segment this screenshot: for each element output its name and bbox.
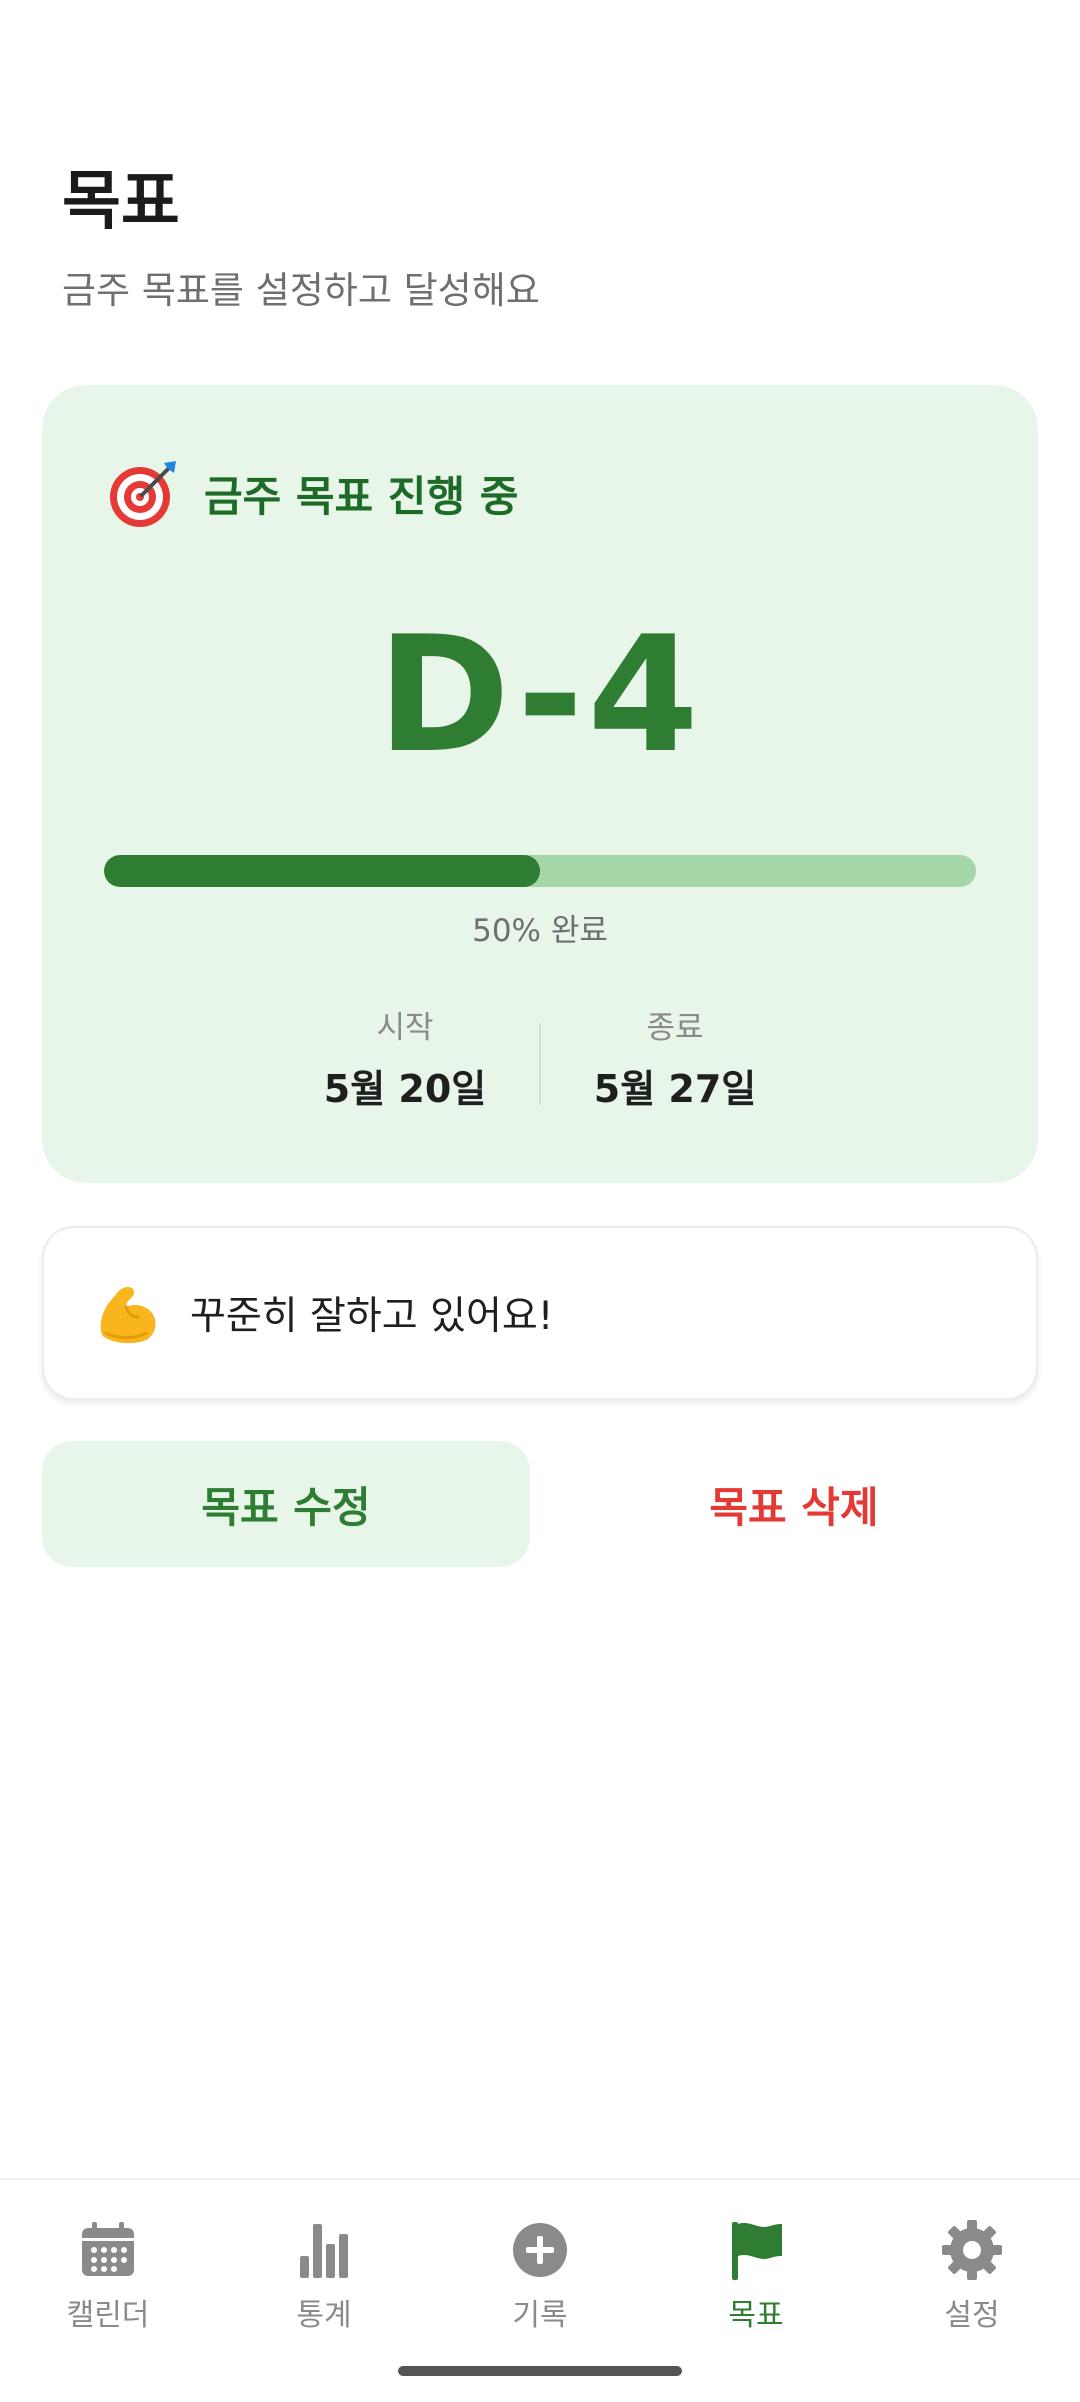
- page-title: 목표: [62, 165, 180, 239]
- start-date-label: 시작: [376, 1010, 434, 1046]
- progress-bar-fill: [104, 855, 540, 887]
- end-date-column: 종료 5월 27일: [541, 1010, 809, 1111]
- nav-label-calendar: 캘린더: [66, 2298, 150, 2333]
- bar-chart-icon: [300, 2224, 348, 2278]
- flexed-biceps-icon: [100, 1287, 156, 1344]
- nav-item-goal[interactable]: 목표: [656, 2218, 856, 2334]
- goal-dates: 시작 5월 20일 종료 5월 27일: [42, 1010, 1038, 1111]
- goal-card-header: 금주 목표 진행 중: [106, 455, 518, 531]
- cheer-message: 꾸준히 잘하고 있어요!: [190, 1294, 554, 1339]
- start-date-value: 5월 20일: [323, 1067, 487, 1111]
- bottom-navigation: 캘린더 통계 기록 목표 설정: [0, 2178, 1080, 2402]
- cheer-card: 꾸준히 잘하고 있어요!: [42, 1226, 1038, 1400]
- calendar-icon: [82, 2222, 134, 2276]
- add-circle-icon: [513, 2223, 567, 2277]
- progress-label: 50% 완료: [472, 913, 608, 949]
- target-icon: [110, 461, 176, 527]
- goal-status-title: 금주 목표 진행 중: [204, 471, 519, 521]
- nav-label-settings: 설정: [944, 2298, 1000, 2333]
- progress-bar: [104, 855, 976, 887]
- end-date-label: 종료: [646, 1010, 704, 1046]
- page-subtitle: 금주 목표를 설정하고 달성해요: [62, 269, 540, 312]
- start-date-column: 시작 5월 20일: [271, 1010, 539, 1111]
- home-indicator[interactable]: [398, 2366, 682, 2376]
- nav-label-goal: 목표: [728, 2298, 784, 2333]
- edit-goal-button[interactable]: 목표 수정: [42, 1441, 530, 1567]
- gear-icon: [942, 2220, 1002, 2280]
- nav-label-record: 기록: [512, 2298, 568, 2333]
- nav-label-stats: 통계: [296, 2298, 352, 2333]
- nav-item-record[interactable]: 기록: [440, 2218, 640, 2334]
- nav-item-settings[interactable]: 설정: [872, 2218, 1072, 2334]
- goal-card: 금주 목표 진행 중 D-4 50% 완료 시작 5월 20일 종료 5월 27…: [42, 385, 1038, 1183]
- delete-goal-button[interactable]: 목표 삭제: [550, 1441, 1038, 1567]
- flag-icon: [732, 2222, 782, 2280]
- nav-item-calendar[interactable]: 캘린더: [8, 2218, 208, 2334]
- end-date-value: 5월 27일: [593, 1067, 757, 1111]
- dday-counter: D-4: [377, 601, 703, 788]
- nav-item-stats[interactable]: 통계: [224, 2218, 424, 2334]
